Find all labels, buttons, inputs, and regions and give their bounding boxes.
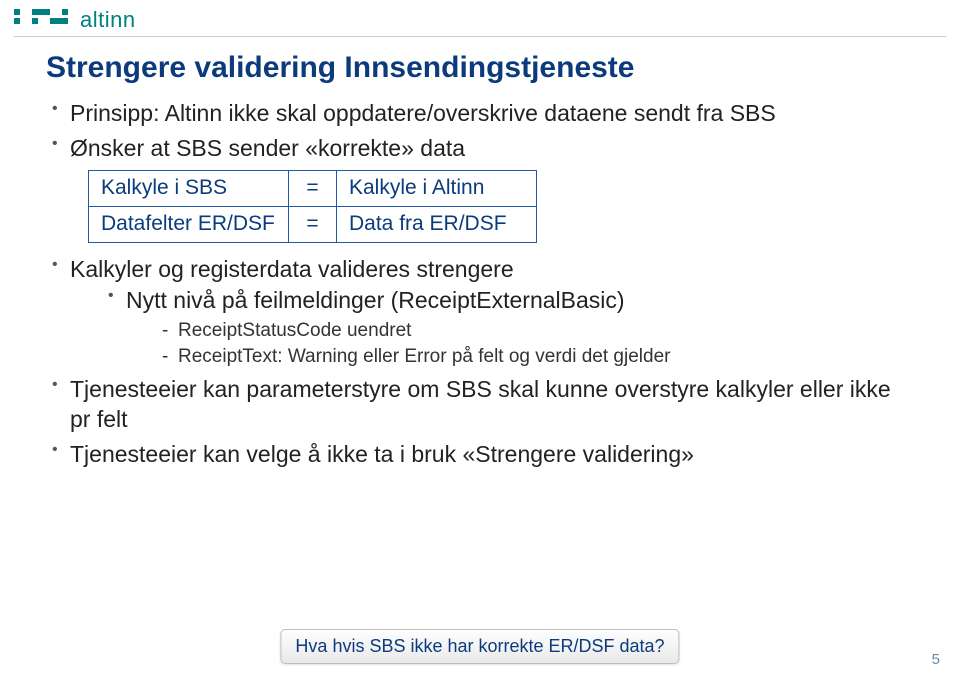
slide-content: Strengere validering Innsendingstjeneste… [0, 37, 960, 470]
table-cell: Data fra ER/DSF [337, 206, 537, 242]
page-number: 5 [932, 651, 940, 668]
equivalence-table: Kalkyle i SBS = Kalkyle i Altinn Datafel… [88, 170, 537, 243]
table-row: Kalkyle i SBS = Kalkyle i Altinn [89, 170, 537, 206]
table-cell: = [289, 170, 337, 206]
sub-bullet-item: Nytt nivå på feilmeldinger (ReceiptExter… [108, 286, 914, 369]
bullet-list: Prinsipp: Altinn ikke skal oppdatere/ove… [46, 99, 914, 470]
table-cell: Kalkyle i SBS [89, 170, 289, 206]
header-bar: altinn [0, 0, 960, 34]
sub2-bullet-item: ReceiptStatusCode uendret [162, 318, 914, 344]
bullet-text: Kalkyler og registerdata valideres stren… [70, 256, 514, 282]
sub2-bullet-list: ReceiptStatusCode uendret ReceiptText: W… [126, 318, 914, 369]
slide-title: Strengere validering Innsendingstjeneste [46, 51, 914, 85]
sub-bullet-list: Nytt nivå på feilmeldinger (ReceiptExter… [70, 286, 914, 369]
bullet-text: Nytt nivå på feilmeldinger (ReceiptExter… [126, 287, 625, 313]
bullet-item: Ønsker at SBS sender «korrekte» data Kal… [52, 134, 914, 248]
logo-text: altinn [80, 7, 136, 33]
bullet-text: Ønsker at SBS sender «korrekte» data [70, 135, 465, 161]
bullet-item: Tjenesteeier kan parameterstyre om SBS s… [52, 375, 914, 434]
table-cell: = [289, 206, 337, 242]
altinn-logo-icon [14, 9, 74, 31]
table-cell: Datafelter ER/DSF [89, 206, 289, 242]
table-cell: Kalkyle i Altinn [337, 170, 537, 206]
table-row: Datafelter ER/DSF = Data fra ER/DSF [89, 206, 537, 242]
bullet-item: Kalkyler og registerdata valideres stren… [52, 255, 914, 370]
bullet-item: Tjenesteeier kan velge å ikke ta i bruk … [52, 440, 914, 469]
bullet-item: Prinsipp: Altinn ikke skal oppdatere/ove… [52, 99, 914, 128]
callout-box: Hva hvis SBS ikke har korrekte ER/DSF da… [280, 629, 679, 664]
slide-page: altinn Strengere validering Innsendingst… [0, 0, 960, 682]
sub2-bullet-item: ReceiptText: Warning eller Error på felt… [162, 344, 914, 370]
